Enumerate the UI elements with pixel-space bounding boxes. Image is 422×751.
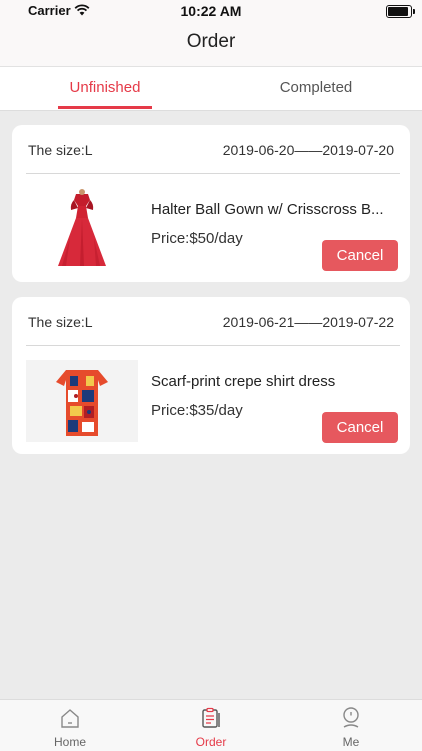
product-image[interactable]	[26, 360, 138, 442]
product-image[interactable]	[26, 188, 138, 270]
tabbar-item-home[interactable]: Home	[30, 700, 110, 751]
divider	[26, 173, 400, 174]
scarf-print-dress-image	[56, 370, 108, 436]
product-price: Price:$35/day	[151, 402, 243, 419]
battery-icon	[386, 5, 415, 18]
tabbar-label-home: Home	[53, 735, 86, 749]
order-tabs: Unfinished Completed	[0, 67, 422, 111]
divider	[26, 345, 400, 346]
active-tab-indicator	[58, 106, 152, 109]
order-dates: 2019-06-21——2019-07-22	[222, 314, 394, 330]
status-bar: Carrier 10:22 AM	[0, 0, 422, 22]
page-title: Order	[186, 31, 236, 52]
order-dates: 2019-06-20——2019-07-20	[222, 142, 394, 158]
product-name[interactable]: Scarf-print crepe shirt dress	[151, 373, 396, 390]
red-gown-image	[58, 189, 106, 266]
order-card: The size:L 2019-06-20——2019-07-20 Halter…	[12, 125, 410, 282]
tabbar-label-order: Order	[195, 735, 227, 749]
order-icon	[202, 707, 220, 728]
profile-icon	[343, 707, 359, 728]
order-size: The size:L	[28, 314, 93, 330]
order-card: The size:L 2019-06-21——2019-07-22 Scarf-…	[12, 297, 410, 454]
tabbar-item-order[interactable]: Order	[171, 700, 251, 751]
header: Carrier 10:22 AM Order	[0, 0, 422, 67]
cancel-order-button[interactable]: Cancel	[322, 240, 398, 271]
product-price: Price:$50/day	[151, 230, 243, 247]
tab-completed[interactable]: Completed	[268, 79, 364, 96]
home-icon	[61, 709, 79, 728]
tabbar-item-me[interactable]: Me	[311, 700, 391, 751]
cancel-order-button[interactable]: Cancel	[322, 412, 398, 443]
order-size: The size:L	[28, 142, 93, 158]
tab-unfinished[interactable]: Unfinished	[58, 79, 152, 96]
clock: 10:22 AM	[180, 3, 242, 19]
tabbar-label-me: Me	[342, 735, 360, 749]
bottom-tab-bar: Home Order Me	[0, 699, 422, 751]
product-name[interactable]: Halter Ball Gown w/ Crisscross B...	[151, 201, 396, 218]
